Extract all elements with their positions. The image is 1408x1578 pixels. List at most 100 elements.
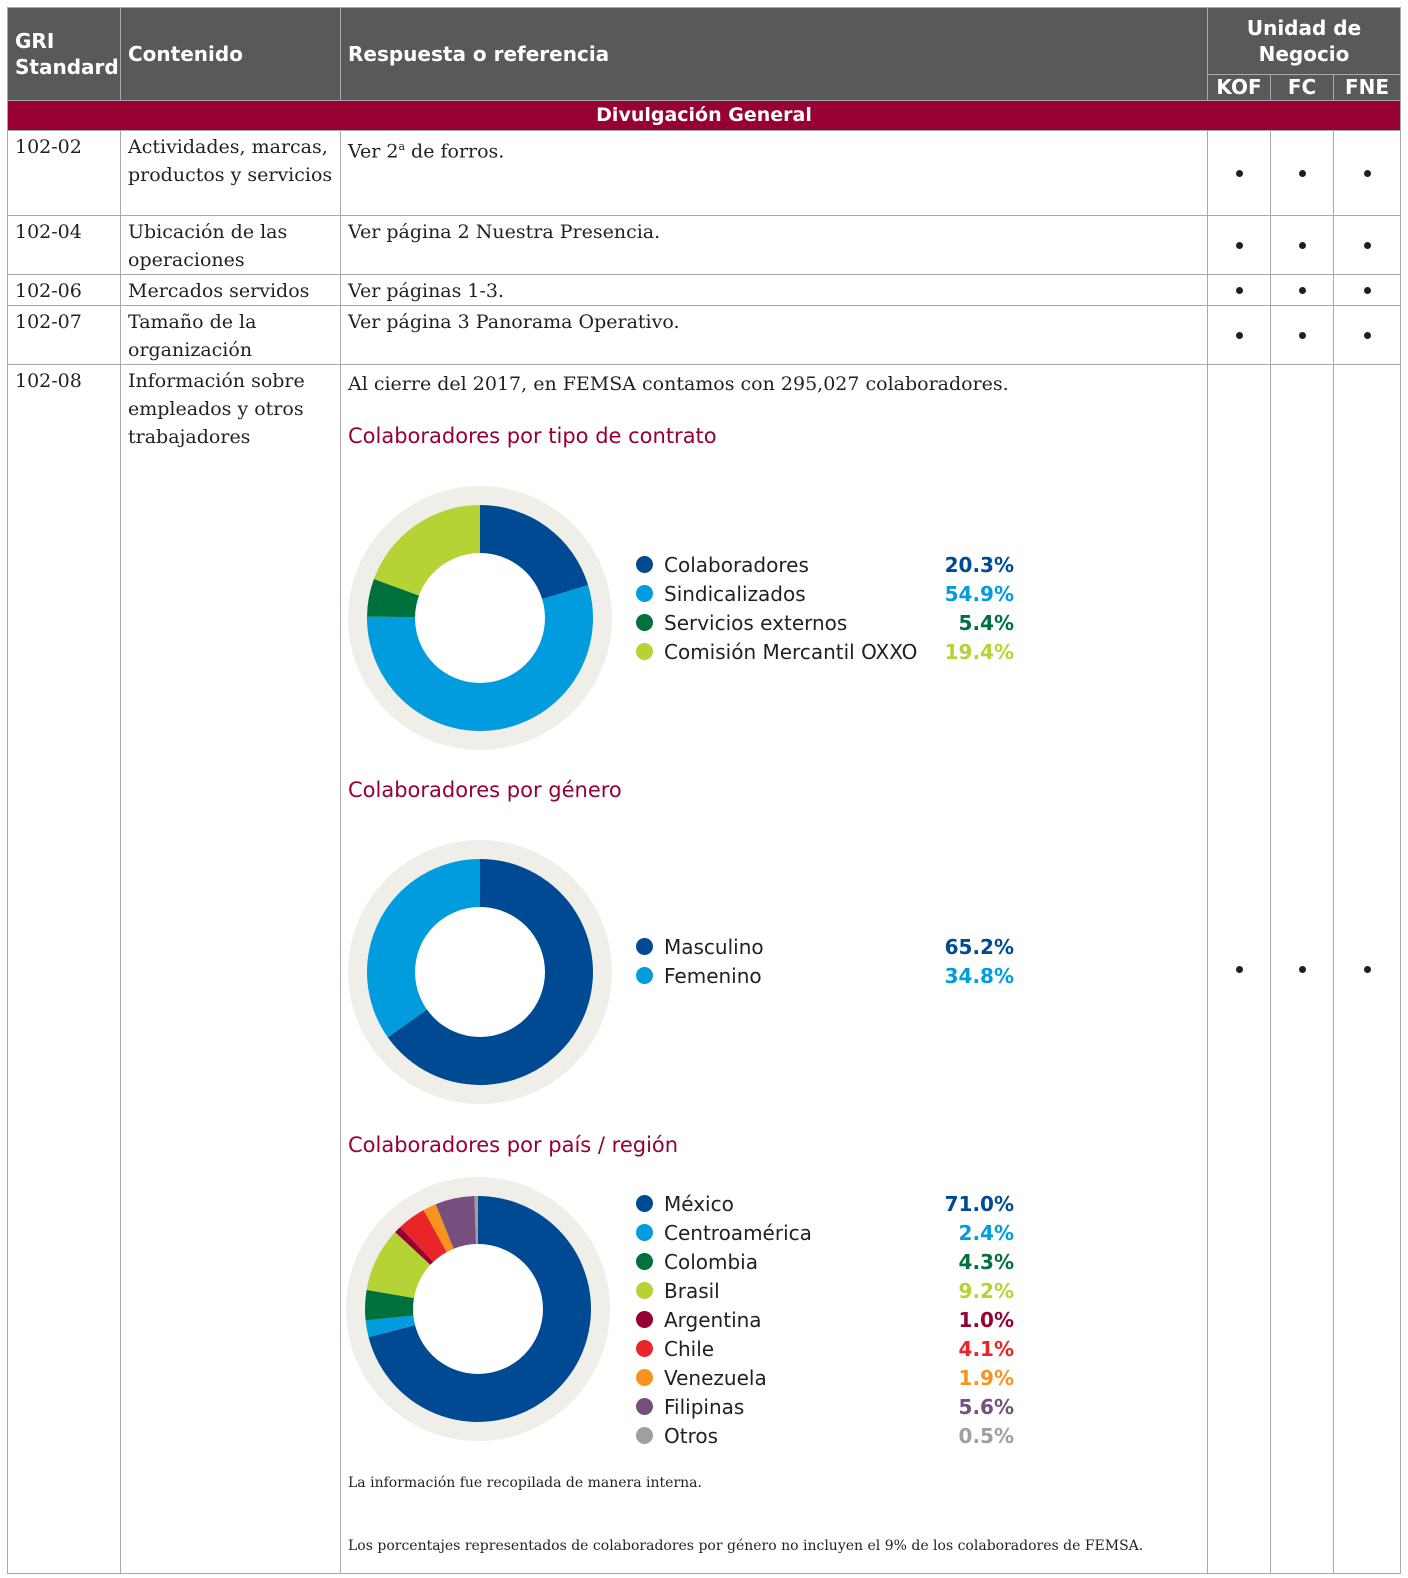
table-row: 102-04 Ubicación de las operaciones Ver … [7,215,1402,275]
row-code: 102-06 [7,274,121,306]
legend-contract: Colaboradores 20.3% Sindicalizados 54.9% Ser… [636,550,1014,666]
bullet-icon [1235,170,1243,177]
note-internal: La información fue recopilada de manera … [348,1475,702,1491]
section-row: Divulgación General [6,100,1402,131]
legend-swatch [636,643,653,660]
legend-value: 20.3% [944,552,1014,577]
dot-fc [1270,305,1334,365]
legend-label: Argentina [664,1307,762,1332]
legend-swatch [636,967,653,984]
dot-fc [1270,274,1334,306]
bullet-icon [1298,170,1306,177]
header-unit-kof: KOF [1207,74,1271,101]
bullet-icon [1235,287,1243,294]
legend-item: Colaboradores 20.3% [636,550,1014,579]
donut-contract [348,486,612,750]
legend-item: Servicios externos 5.4% [636,608,1014,637]
header-unidad: Unidad de Negocio [1206,7,1402,75]
legend-swatch [636,1398,653,1415]
legend-label: Venezuela [664,1365,767,1390]
table-header-row: GRI Standard Contenido Respuesta o refer… [7,7,1402,101]
bullet-icon [1363,332,1371,339]
legend-label: Otros [664,1423,719,1448]
legend-swatch [636,1253,653,1270]
legend-item: Masculino 65.2% [636,932,1014,961]
row-code: 102-07 [7,305,121,365]
section-title: Divulgación General [6,100,1402,131]
legend-swatch [636,1311,653,1328]
header-respuesta: Respuesta o referencia [340,7,1208,101]
legend-swatch [636,938,653,955]
bullet-icon [1298,242,1306,249]
legend-label: Filipinas [664,1394,745,1419]
row-content: Actividades, marcas, productos y servici… [120,130,341,216]
bullet-icon [1298,332,1306,339]
row-content: Ubicación de las operaciones [120,215,341,275]
header-contenido: Contenido [120,7,341,101]
dot-fc [1270,215,1334,275]
legend-value: 9.2% [958,1278,1014,1303]
bullet-icon [1235,966,1243,973]
legend-label: Colaboradores [664,552,809,577]
legend-value: 5.4% [958,610,1014,635]
legend-value: 4.3% [958,1249,1014,1274]
legend-value: 19.4% [944,639,1014,664]
dot-kof [1207,364,1271,1574]
legend-swatch [636,1427,653,1444]
legend-value: 5.6% [958,1394,1014,1419]
legend-value: 4.1% [958,1336,1014,1361]
legend-item: Sindicalizados 54.9% [636,579,1014,608]
bullet-icon [1363,242,1371,249]
legend-label: Colombia [664,1249,758,1274]
legend-swatch [636,1282,653,1299]
chart-title-contract: Colaboradores por tipo de contrato [348,424,717,448]
header-gri-standard: GRI Standard [7,7,121,101]
legend-label: Comisión Mercantil OXXO [664,639,918,664]
table-row-employees: 102-08 Información sobre empleados y otr… [7,364,1402,1574]
legend-value: 1.9% [958,1365,1014,1390]
row-response: Ver página 2 Nuestra Presencia. [340,215,1208,275]
legend-label: Chile [664,1336,715,1361]
row-code: 102-04 [7,215,121,275]
legend-item: Centroamérica 2.4% [636,1218,1014,1247]
legend-value: 34.8% [944,963,1014,988]
row-response: Ver 2a de forros. [340,130,1208,216]
dot-kof [1207,130,1271,216]
chart-title-gender: Colaboradores por género [348,778,622,802]
table-row: 102-06 Mercados servidos Ver páginas 1-3… [7,274,1402,306]
legend-label: Sindicalizados [664,581,806,606]
legend-swatch [636,556,653,573]
legend-item: Filipinas 5.6% [636,1392,1014,1421]
row-code: 102-02 [7,130,121,216]
row-response-charts: Al cierre del 2017, en FEMSA contamos co… [340,364,1208,1574]
bullet-icon [1298,287,1306,294]
legend-swatch [636,1195,653,1212]
legend-value: 65.2% [944,934,1014,959]
bullet-icon [1363,170,1371,177]
legend-swatch [636,585,653,602]
dot-fne [1332,274,1402,306]
bullet-icon [1363,966,1371,973]
row-content: Información sobre empleados y otros trab… [120,364,341,1574]
legend-label: Femenino [664,963,762,988]
header-unit-fc: FC [1270,74,1334,101]
legend-label: México [664,1191,734,1216]
header-unidad-label: Unidad de Negocio [1246,16,1362,66]
row-response-text: Ver 2 [348,140,399,163]
legend-value: 2.4% [958,1220,1014,1245]
row-response: Ver página 3 Panorama Operativo. [340,305,1208,365]
legend-value: 1.0% [958,1307,1014,1332]
legend-item: Comisión Mercantil OXXO 19.4% [636,637,1014,666]
dot-fc [1270,130,1334,216]
legend-item: Brasil 9.2% [636,1276,1014,1305]
header-unit-fne: FNE [1332,74,1402,101]
legend-country: México 71.0% Centroamérica 2.4% Colombia 4.3%… [636,1189,1014,1450]
bullet-icon [1363,287,1371,294]
row-response-tail: de forros. [405,140,505,163]
bullet-icon [1235,332,1243,339]
legend-gender: Masculino 65.2% Femenino 34.8% [636,932,1014,990]
note-gender: Los porcentajes representados de colabor… [348,1538,1144,1554]
dot-fne [1332,215,1402,275]
dot-fne [1332,305,1402,365]
legend-item: México 71.0% [636,1189,1014,1218]
